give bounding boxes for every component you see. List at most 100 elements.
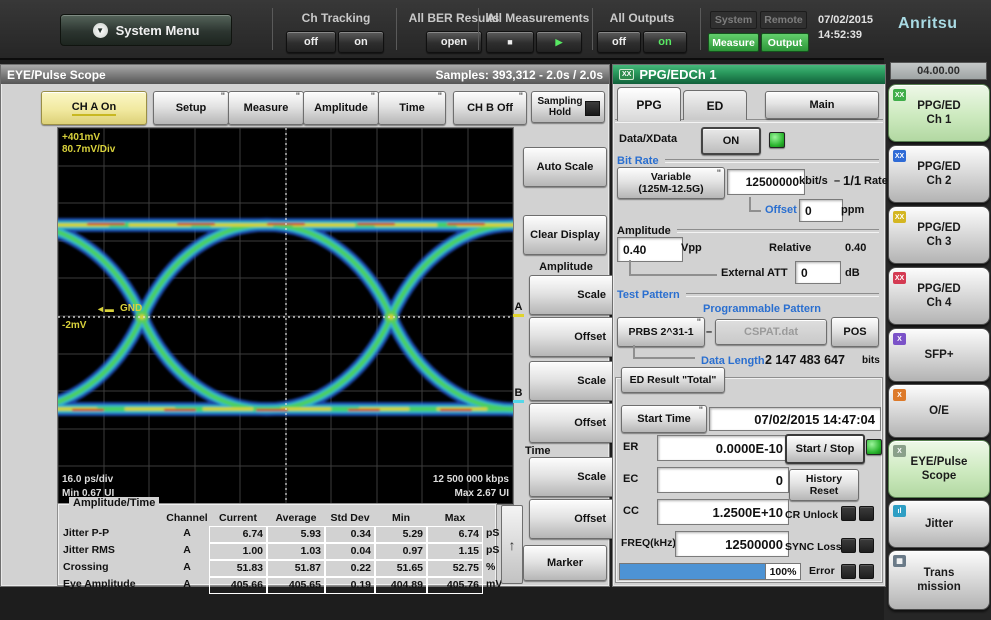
cspat-file-button[interactable]: CSPAT.dat [715,319,827,345]
divider [700,8,701,50]
ch-tracking-label: Ch Tracking [280,11,392,25]
setup-button[interactable]: Setup [153,91,229,125]
col-header-current: Current [209,511,267,526]
ch1-badge-icon: XX [893,89,906,101]
ch-b-off-button[interactable]: CH B Off [453,91,527,125]
sampling-hold-label: Sampling Hold [532,96,588,118]
all-measurements-label: All Measurements [482,11,594,25]
ppg-title-bar: XX PPG/EDCh 1 [613,65,885,84]
auto-scale-button[interactable]: Auto Scale [523,147,607,187]
ch4-badge-icon: XX [893,272,906,284]
value-cell: 1.00 [209,543,267,560]
sidebar-label: PPG/ED [917,282,960,296]
sidebar-label: PPG/ED [917,160,960,174]
bitrate-offset-unit: ppm [841,204,864,216]
ch-a-on-button[interactable]: CH A On [41,91,147,125]
bitrate-variable-button[interactable]: Variable (125M-12.5G) [617,167,725,199]
sidebar-label: Ch 1 [927,113,952,127]
ch3-badge-icon: XX [893,211,906,223]
value-cell: 1.03 [267,543,325,560]
bitrate-unit-label: kbit/s [799,175,828,187]
row-channel: A [165,543,209,560]
date-display: 07/02/2015 [818,14,873,26]
amplitude-offset-b-button[interactable]: Offset [529,403,615,443]
start-time-field: 07/02/2015 14:47:04 [709,407,881,431]
tab-ppg[interactable]: PPG [617,87,681,121]
system-menu-button[interactable]: ▼ System Menu [60,14,232,46]
bitrate-rate-label: Rate [864,175,888,187]
tab-ed[interactable]: ED [683,90,747,120]
sidebar-label: Ch 2 [927,174,952,188]
sidebar-item-ppg-ed-ch1[interactable]: XX PPG/ED Ch 1 [888,84,990,142]
sidebar-item-oe[interactable]: X O/E [888,384,990,438]
start-time-button[interactable]: Start Time [621,405,707,433]
sidebar-label: PPG/ED [917,99,960,113]
sampling-hold-indicator [585,101,600,116]
amplitude-value-field[interactable]: 0.40 [617,237,683,262]
bitrate-dash: – [834,175,840,187]
eye-diagram-display[interactable]: +401mV 80.7mV/Div ◄▬ GND -2mV 16.0 ps/di… [57,127,514,505]
cr-unlock-label: CR Unlock [785,509,838,521]
amplitude-scale-b-button[interactable]: Scale [529,361,615,401]
sidebar-item-jitter[interactable]: ıl Jitter [888,500,990,548]
test-pattern-label: Test Pattern [617,289,680,301]
table-title: Amplitude/Time [69,497,159,509]
sidebar-item-ppg-ed-ch4[interactable]: XX PPG/ED Ch 4 [888,267,990,325]
bitrate-value-field[interactable]: 12500000 [727,169,805,195]
value-cell: 404.89 [375,577,427,594]
time-scale-button[interactable]: Scale [529,457,615,497]
channel-b-marker: B [513,387,524,403]
clear-display-button[interactable]: Clear Display [523,215,607,255]
ch-tracking-on-button[interactable]: on [338,31,384,53]
bit-rate-section-header: Bit Rate [617,155,879,167]
amplitude-offset-a-button[interactable]: Offset [529,317,615,357]
eye-diagram-graphic [58,128,513,504]
amplitude-button[interactable]: Amplitude [303,91,379,125]
bitrate-offset-field[interactable]: 0 [799,199,843,222]
value-cell: 5.29 [375,526,427,543]
sidebar-item-eye-pulse-scope[interactable]: X EYE/Pulse Scope [888,440,990,498]
marker-button[interactable]: Marker [523,545,607,581]
table-scroll-up-button[interactable]: ↑ [501,505,523,584]
history-reset-button[interactable]: History Reset [789,469,859,501]
sampling-hold-button[interactable]: Sampling Hold [531,91,605,123]
bitrate-offset-label: Offset [765,204,797,216]
data-length-value: 2 147 483 647 [765,353,845,367]
eye-pulse-scope-panel: EYE/Pulse Scope Samples: 393,312 - 2.0s … [0,64,610,587]
all-outputs-off-button[interactable]: off [597,31,641,53]
all-outputs-on-button[interactable]: on [643,31,687,53]
row-channel: A [165,577,209,594]
value-cell: 405.66 [209,577,267,594]
ed-result-total-button[interactable]: ED Result "Total" [621,367,725,393]
data-xdata-on-button[interactable]: ON [701,127,761,155]
time-offset-button[interactable]: Offset [529,499,615,539]
time-button[interactable]: Time [378,91,446,125]
pos-button[interactable]: POS [831,317,879,347]
progress-percent-label: 100% [765,563,801,580]
prbs-pattern-button[interactable]: PRBS 2^31-1 [617,317,705,347]
ch-tracking-off-button[interactable]: off [286,31,336,53]
row-name: Jitter RMS [63,543,165,560]
all-measurements-stop-button[interactable]: ■ [486,31,534,53]
variable-range-label: (125M-12.5G) [638,183,703,195]
main-button[interactable]: Main [765,91,879,119]
sidebar-item-sfp[interactable]: X SFP+ [888,328,990,382]
programmable-pattern-label: Programmable Pattern [703,303,821,315]
time-per-div-label: 16.0 ps/div [62,474,113,485]
all-ber-open-button[interactable]: open [426,31,482,53]
sidebar-item-transmission[interactable]: ▦ Trans mission [888,550,990,610]
error-led-1 [841,564,856,579]
all-measurements-start-button[interactable]: ▶ [536,31,582,53]
external-att-field[interactable]: 0 [795,261,841,284]
sidebar-label: PPG/ED [917,221,960,235]
col-header-stddev: Std Dev [325,511,375,526]
start-stop-button[interactable]: Start / Stop [785,434,865,464]
sidebar-item-ppg-ed-ch2[interactable]: XX PPG/ED Ch 2 [888,145,990,203]
measure-button[interactable]: Measure [228,91,304,125]
amplitude-label: Amplitude [617,225,671,237]
ppg-ed-panel: XX PPG/EDCh 1 PPG ED Main Data/XData ON … [612,64,886,587]
value-cell: 0.22 [325,560,375,577]
external-att-unit: dB [845,267,860,279]
sidebar-item-ppg-ed-ch3[interactable]: XX PPG/ED Ch 3 [888,206,990,264]
amplitude-scale-a-button[interactable]: Scale [529,275,615,315]
